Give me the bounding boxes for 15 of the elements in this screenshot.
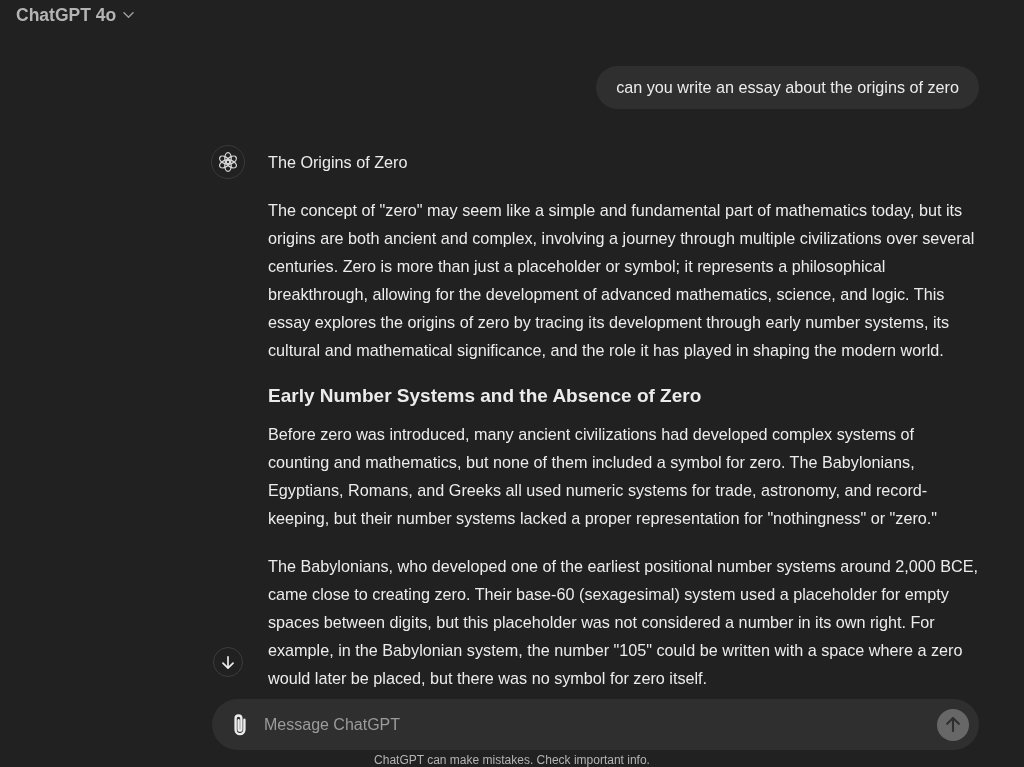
paragraph: The concept of "zero" may seem like a simple and fundamental part of mathematics today, but its origins are both ancient and complex, involving a journey through multiple civilizations over several centuries. Zero is more than just a placeholder or symbol; it represents a philosophical breakthrough, allowing for the development of advanced mathematics, science, and logic. This essay explores the origins of zero by tracing its development through early number systems, its cultural and mathematical significance, and the role it has played in shaping the modern world. <box>268 200 976 361</box>
chevron-down-icon[interactable] <box>123 12 135 18</box>
paperclip-icon[interactable] <box>234 713 246 736</box>
disclaimer-text: ChatGPT can make mistakes. Check important info. <box>374 753 650 767</box>
scroll-down-button[interactable] <box>213 647 243 677</box>
response-title: The Origins of Zero <box>268 152 409 173</box>
user-message: can you write an essay about the origins of zero <box>596 66 979 109</box>
model-selector[interactable]: ChatGPT 4o <box>12 2 139 28</box>
paragraph: Before zero was introduced, many ancient civilizations had developed complex systems of counting and mathematics, but none of them included a symbol for zero. The Babylonians, Egyptians, Romans, and Greeks all used numeric systems for trade, astronomy, and record-keeping, but their number systems lacked a proper representation for "nothingness" or "zero." <box>268 424 939 529</box>
section-heading: Early Number Systems and the Absence of Zero <box>268 384 703 408</box>
assistant-avatar-icon <box>211 145 245 179</box>
message-input[interactable]: Message ChatGPT <box>264 712 925 737</box>
paragraph: The Babylonians, who developed one of the earliest positional number systems around 2,000 BCE, came close to creating zero. Their base-60 (sexagesimal) system used a placeholder for empty spaces between digits, but this placeholder was not considered a number in its own right. For example, in the Babylonian system, the number "105" could be written with a space where a zero would later be placed, but there was no symbol for zero itself. <box>268 556 979 689</box>
message-field[interactable]: Message ChatGPT <box>212 699 979 750</box>
arrow-down-icon[interactable] <box>222 655 234 669</box>
